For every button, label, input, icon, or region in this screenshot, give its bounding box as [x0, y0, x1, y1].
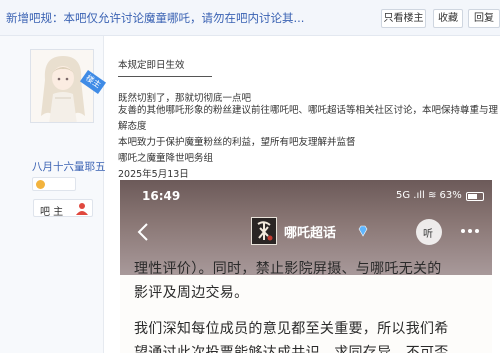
- moderator-person-icon: [76, 203, 88, 215]
- back-arrow-icon: [137, 223, 148, 241]
- screenshot-text-line: 理性评价）。同时，禁止影院屏摄、与哪吒无关的: [134, 261, 442, 277]
- role-badge: 吧 主: [33, 199, 93, 218]
- avatar[interactable]: [30, 49, 94, 123]
- post-title[interactable]: 新增吧规：本吧仅允许讨论魔童哪吒，请勿在吧内讨论其...: [6, 10, 376, 26]
- embedded-screenshot[interactable]: 16:49 5G .ıll ≋ 63% 哪吒超话 听 理性评价）。同时，禁止影院…: [120, 180, 492, 353]
- super-topic-logo: [251, 217, 277, 245]
- status-indicators: 5G .ıll ≋ 63%: [396, 190, 462, 201]
- screenshot-text-line: 我们深知每位成员的意见都至关重要，所以我们希: [134, 321, 449, 337]
- favorite-button[interactable]: 收藏: [433, 9, 463, 28]
- author-panel: 楼主 八月十六量耶五 吧 主: [0, 36, 107, 353]
- super-topic-title: 哪吒超话: [284, 226, 337, 241]
- owner-only-button[interactable]: 只看楼主: [381, 9, 426, 28]
- screenshot-text-line: 望通过此次投票能够达成共识，求同存异，不可否: [134, 345, 449, 353]
- post-line: 哪吒之魔童降世吧务组: [118, 153, 214, 164]
- battery-level: [468, 194, 477, 199]
- role-label: 吧 主: [40, 207, 64, 218]
- reply-button[interactable]: 回复: [468, 9, 500, 28]
- avatar-anime-girl-icon: [31, 50, 93, 122]
- listen-label: 听: [423, 229, 433, 240]
- divider: [118, 76, 212, 77]
- diamond-icon: [358, 225, 368, 237]
- post-line: 本规定即日生效: [118, 60, 185, 71]
- post-date: 2025年5月13日: [118, 169, 189, 180]
- author-username[interactable]: 八月十六量耶五: [32, 159, 106, 174]
- calligraphy-logo-icon: [257, 221, 273, 241]
- battery-icon: [466, 192, 484, 201]
- screenshot-text-line: 影评及周边交易。: [134, 285, 249, 301]
- level-badge[interactable]: [32, 177, 76, 191]
- more-icon: [461, 229, 479, 233]
- status-time: 16:49: [142, 189, 181, 203]
- level-medal-icon: [36, 180, 45, 189]
- post-line: 解态度: [118, 121, 147, 132]
- post-line: 本吧致力于保护魔童粉丝的利益，望所有吧友理解并监督: [118, 137, 356, 148]
- post-line: 友善的其他哪吒形象的粉丝建议前往哪吒吧、哪吒超话等相关社区讨论，本吧保持尊重与理: [118, 105, 499, 116]
- post-header: 新增吧规：本吧仅允许讨论魔童哪吒，请勿在吧内讨论其... 只看楼主 收藏 回复: [0, 0, 500, 36]
